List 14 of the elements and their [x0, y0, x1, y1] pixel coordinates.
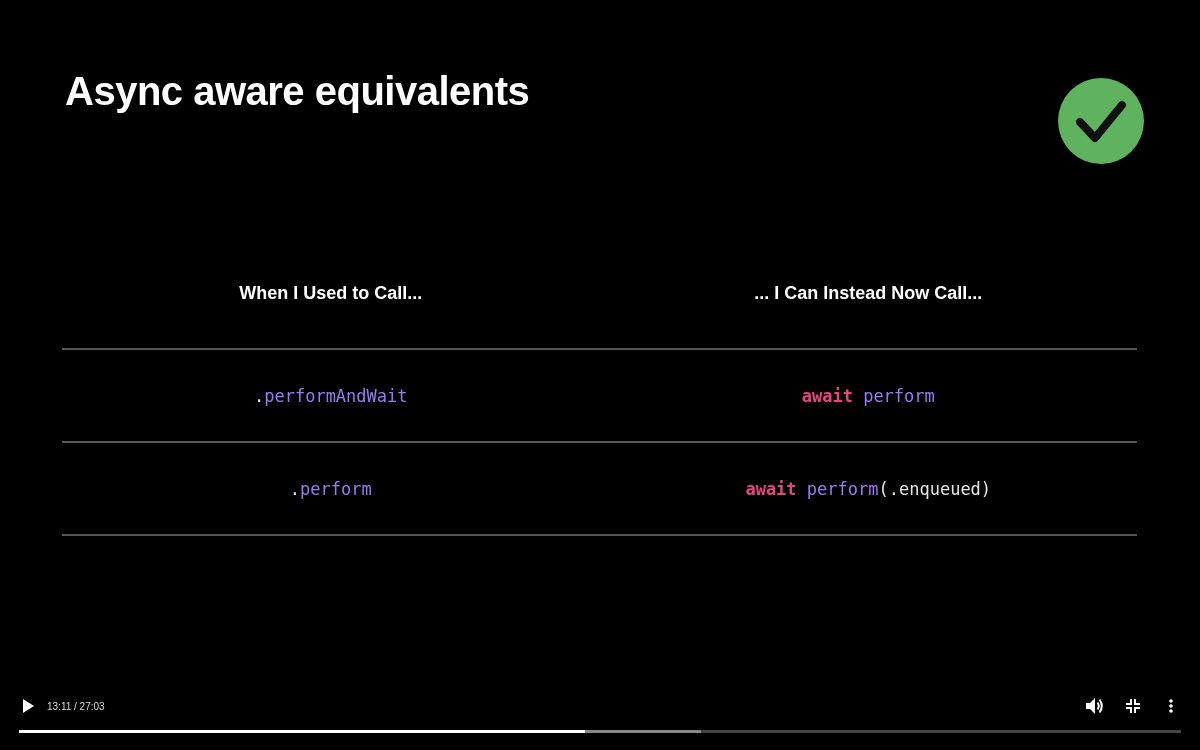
progress-track[interactable] [19, 730, 1181, 733]
code-snippet: await perform(.enqueued) [745, 478, 992, 499]
slide-title: Async aware equivalents [65, 68, 530, 115]
checkmark-icon [1058, 78, 1144, 164]
code-snippet: await perform [801, 385, 935, 406]
play-icon[interactable] [22, 699, 34, 713]
time-display: 13:11 / 27:03 [47, 700, 105, 712]
column-header: ... I Can Instead Now Call... [754, 283, 983, 304]
volume-icon[interactable] [1086, 698, 1104, 714]
exit-fullscreen-icon[interactable] [1126, 699, 1140, 713]
column-header: When I Used to Call... [239, 283, 423, 304]
more-options-icon[interactable] [1169, 699, 1173, 713]
code-snippet: .performAndWait [253, 385, 408, 406]
code-snippet: .perform [289, 478, 372, 499]
